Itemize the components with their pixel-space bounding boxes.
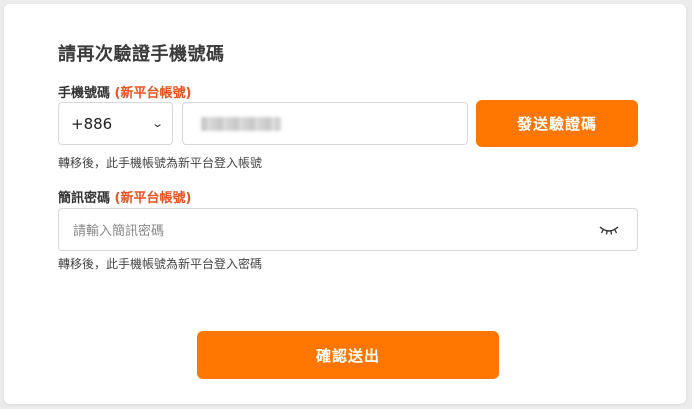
phone-hint: 轉移後，此手機帳號為新平台登入帳號 bbox=[58, 156, 263, 170]
send-code-button[interactable]: 發送驗證碼 bbox=[476, 100, 638, 147]
chevron-down-icon: ⌄ bbox=[150, 117, 164, 130]
phone-label: 手機號碼 (新平台帳號) bbox=[58, 82, 191, 101]
phone-number-input[interactable] bbox=[182, 102, 468, 145]
sms-label: 簡訊密碼 (新平台帳號) bbox=[58, 187, 191, 206]
page-title: 請再次驗證手機號碼 bbox=[58, 44, 225, 65]
verify-phone-card: 請再次驗證手機號碼 手機號碼 (新平台帳號) +886 ⌄ 發送驗證碼 轉移後，… bbox=[4, 4, 686, 404]
sms-label-text: 簡訊密碼 bbox=[58, 191, 111, 206]
sms-code-input[interactable]: 請輸入簡訊密碼 bbox=[58, 208, 638, 251]
submit-button[interactable]: 確認送出 bbox=[197, 331, 499, 379]
phone-label-text: 手機號碼 bbox=[58, 86, 111, 101]
country-code-value: +886 bbox=[71, 114, 113, 133]
country-code-select[interactable]: +886 ⌄ bbox=[58, 102, 173, 145]
masked-phone-number bbox=[201, 116, 281, 131]
eye-closed-icon[interactable] bbox=[599, 224, 619, 236]
phone-label-accent: (新平台帳號) bbox=[114, 86, 192, 101]
sms-code-placeholder: 請輸入簡訊密碼 bbox=[73, 224, 165, 239]
sms-label-accent: (新平台帳號) bbox=[114, 191, 192, 206]
sms-hint: 轉移後，此手機帳號為新平台登入密碼 bbox=[58, 257, 263, 271]
